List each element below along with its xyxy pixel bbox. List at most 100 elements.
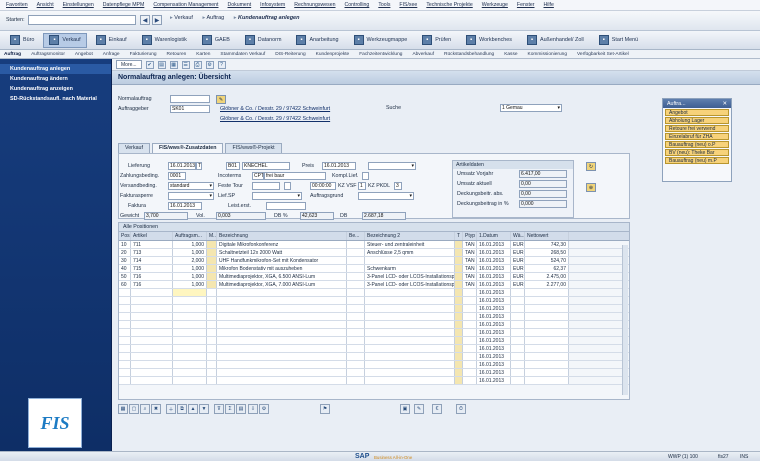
- cell[interactable]: [119, 345, 131, 352]
- cell[interactable]: [217, 297, 347, 304]
- auftragsgrund-select[interactable]: ▾: [358, 192, 414, 200]
- cell[interactable]: [511, 305, 525, 312]
- worklist-item[interactable]: BV (neu): Theke Bar: [665, 149, 729, 156]
- warenempfaenger-address[interactable]: Glöbner & Co. / Dexstr. 29 / 97422 Schwe…: [220, 116, 330, 122]
- cell-datum[interactable]: 16.01.2013: [477, 305, 511, 312]
- items-scrollbar[interactable]: [622, 245, 628, 395]
- toolbar-button[interactable]: ▪ Start Menü: [593, 33, 644, 48]
- table-row[interactable]: 10 711 1,000 Digitale Mikrofonkonferenz Steu…: [119, 241, 629, 249]
- cell[interactable]: [463, 353, 477, 360]
- cell[interactable]: [511, 337, 525, 344]
- cell[interactable]: [119, 377, 131, 384]
- cell[interactable]: [365, 321, 455, 328]
- cell[interactable]: [455, 353, 463, 360]
- forward-icon[interactable]: ▶: [152, 15, 162, 25]
- close-icon[interactable]: ✕: [723, 101, 727, 107]
- cell-bez2[interactable]: 3-Panel LCD- oder LCOS-Installationsproj: [365, 273, 455, 280]
- toolbar-button[interactable]: ▪ Einkauf: [90, 33, 133, 48]
- cell[interactable]: [217, 313, 347, 320]
- cell[interactable]: [455, 361, 463, 368]
- cell[interactable]: [347, 273, 365, 280]
- cell-netto[interactable]: 524,70: [525, 257, 569, 264]
- zahlung-field[interactable]: 0001: [168, 172, 186, 180]
- menu-item[interactable]: Ansicht: [37, 2, 54, 8]
- lieferung-date[interactable]: 16.01.2013: [168, 162, 196, 170]
- insert-row-icon[interactable]: ＋: [166, 404, 176, 414]
- cell[interactable]: [207, 297, 217, 304]
- cell[interactable]: [119, 305, 131, 312]
- menu-item[interactable]: Datenpflege MPM: [103, 2, 145, 8]
- cell-artikel[interactable]: 716: [131, 273, 173, 280]
- cell[interactable]: [207, 281, 217, 288]
- cell[interactable]: [511, 345, 525, 352]
- cell[interactable]: [207, 241, 217, 248]
- search-select[interactable]: 1 Gemau ▾: [500, 104, 562, 112]
- cell-bez2[interactable]: Anschlüsse 2,5 qmm: [365, 249, 455, 256]
- sum-icon[interactable]: Σ: [225, 404, 235, 414]
- cell-waehr[interactable]: EUR: [511, 273, 525, 280]
- tab-verkauf[interactable]: Verkauf: [118, 143, 150, 153]
- print-icon[interactable]: ⎙: [193, 60, 202, 69]
- versand-select[interactable]: standard ▾: [168, 182, 214, 190]
- cell[interactable]: [365, 369, 455, 376]
- tab-13[interactable]: Kasse: [504, 52, 517, 57]
- menu-item[interactable]: Hilfe: [544, 2, 554, 8]
- cell[interactable]: [119, 297, 131, 304]
- table-row-empty[interactable]: 16.01.2013: [119, 329, 629, 337]
- toolbar-button[interactable]: ▪ Prüfen: [416, 33, 457, 48]
- sidebar-item-aendern[interactable]: Kundenauftrag ändern: [0, 74, 111, 84]
- column-header[interactable]: M...: [207, 232, 217, 240]
- cell[interactable]: [207, 361, 217, 368]
- config-icon[interactable]: ⚙: [259, 404, 269, 414]
- cell-ptyp[interactable]: TAN: [463, 273, 477, 280]
- cell[interactable]: [511, 369, 525, 376]
- tab-3[interactable]: Anfrage: [103, 52, 120, 57]
- help-icon[interactable]: ?: [217, 60, 226, 69]
- komplett-checkbox[interactable]: [362, 172, 369, 180]
- export-icon[interactable]: ⇩: [248, 404, 258, 414]
- cell[interactable]: [511, 353, 525, 360]
- breadcrumb-item[interactable]: Auftrag: [206, 15, 224, 21]
- cell[interactable]: [207, 313, 217, 320]
- breadcrumb-item[interactable]: Verkauf: [174, 15, 193, 21]
- cell[interactable]: [217, 329, 347, 336]
- cell[interactable]: [207, 289, 217, 296]
- cell-pos[interactable]: 60: [119, 281, 131, 288]
- tab-6[interactable]: Karten: [196, 52, 210, 57]
- anlieferer-name[interactable]: KNECHEL: [242, 162, 290, 170]
- worklist-item[interactable]: Bauauftrag (neu) m.P: [665, 157, 729, 164]
- tab-10[interactable]: Fachzeitentwicklung: [359, 52, 402, 57]
- cell[interactable]: [131, 329, 173, 336]
- cell[interactable]: [463, 369, 477, 376]
- incoterms-text[interactable]: frei baur: [264, 172, 326, 180]
- list-icon[interactable]: ☰: [181, 60, 190, 69]
- settings-icon[interactable]: ⚙: [205, 60, 214, 69]
- cell[interactable]: [511, 297, 525, 304]
- toolbar-button[interactable]: ▪ Warenlogistik: [136, 33, 193, 48]
- cell[interactable]: [455, 337, 463, 344]
- cell-datum[interactable]: 16.01.2013: [477, 249, 511, 256]
- tab-7[interactable]: Stammdaten Verkauf: [220, 52, 265, 57]
- cell-datum[interactable]: 16.01.2013: [477, 297, 511, 304]
- cell-bez[interactable]: Multimediaprojektor, XGA, 6.500 ANSI-Lum: [217, 273, 347, 280]
- select-all-icon[interactable]: ▦: [118, 404, 128, 414]
- cell-datum[interactable]: 16.01.2013: [477, 273, 511, 280]
- column-header[interactable]: Ptyp: [463, 232, 477, 240]
- toolbar-button[interactable]: ▪ Außenhandel/ Zoll: [521, 33, 590, 48]
- table-row[interactable]: 40 715 1,000 Mikrofon Bodenstativ mit auszu…: [119, 265, 629, 273]
- table-row-empty[interactable]: 16.01.2013: [119, 313, 629, 321]
- sidebar-item-rueckstand[interactable]: SD-Rückstandsaufl. nach Material: [0, 94, 111, 104]
- menu-item[interactable]: Fenster: [517, 2, 535, 8]
- cell-artikel[interactable]: 715: [131, 265, 173, 272]
- cell-netto[interactable]: 742,30: [525, 241, 569, 248]
- cell-datum[interactable]: 16.01.2013: [477, 353, 511, 360]
- auftrag-field[interactable]: [170, 95, 210, 103]
- cell[interactable]: [131, 305, 173, 312]
- cell-bez2[interactable]: Steuer- und zentraleinheit: [365, 241, 455, 248]
- schedule-icon[interactable]: ⏱: [456, 404, 466, 414]
- zeit-field[interactable]: 00:00:00: [310, 182, 336, 190]
- cell[interactable]: [455, 265, 463, 272]
- cell[interactable]: [525, 321, 569, 328]
- command-field[interactable]: [28, 15, 136, 25]
- cell[interactable]: [463, 361, 477, 368]
